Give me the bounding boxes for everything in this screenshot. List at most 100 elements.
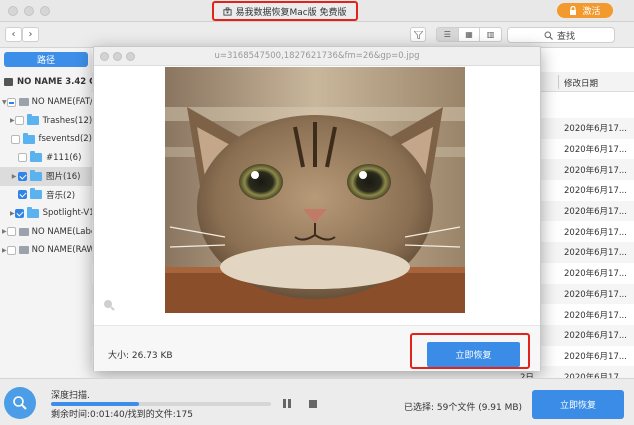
- drive-icon: [18, 98, 29, 107]
- activate-label: 激活: [582, 7, 601, 17]
- drive-icon: [18, 227, 29, 236]
- tree-item-label: 音乐(2): [46, 190, 76, 201]
- sidebar-tree-item[interactable]: 音乐(2): [0, 186, 92, 205]
- grid-view-icon[interactable]: ▦: [459, 28, 481, 41]
- cell-modified: 2020年6月17...: [564, 289, 627, 300]
- recover-now-button[interactable]: 立即恢复: [532, 390, 624, 419]
- tab-path[interactable]: 路径: [4, 52, 88, 67]
- tree-item-label: 图片(16): [46, 172, 81, 183]
- activate-button[interactable]: 激活: [557, 3, 613, 18]
- checkbox[interactable]: [14, 208, 24, 218]
- list-view-icon[interactable]: ☰: [437, 28, 459, 41]
- chevron-right-icon[interactable]: ▶: [10, 173, 18, 180]
- close-window-button[interactable]: [8, 6, 18, 16]
- sidebar-tree-item[interactable]: fseventsd(2): [0, 130, 92, 149]
- toolbar: ‹ › ☰ ▦ ▥ 查找: [0, 22, 634, 48]
- pause-button[interactable]: [283, 399, 293, 409]
- selection-summary: 已选择: 59个文件 (9.91 MB): [404, 403, 523, 413]
- cell-modified: 2020年6月17...: [564, 227, 627, 238]
- cell-modified: 2020年6月17...: [564, 207, 627, 218]
- tree-item-label: NO NAME(RAW: [31, 245, 92, 256]
- folder-icon: [26, 206, 39, 218]
- sidebar-tree-item[interactable]: ▶ NO NAME(Labe: [0, 223, 92, 242]
- tree-item-label: Trashes(12): [42, 115, 92, 126]
- folder-icon: [22, 132, 35, 144]
- view-mode-group: ☰ ▦ ▥: [436, 27, 502, 42]
- cell-modified: 2020年6月17...: [564, 145, 627, 156]
- zoom-window-button[interactable]: [40, 6, 50, 16]
- checkbox[interactable]: [6, 245, 16, 255]
- drive-icon: [18, 246, 29, 255]
- tree-item-label: fseventsd(2): [38, 134, 93, 145]
- preview-dialog: u=3168547500,1827621736&fm=26&gp=0.jpg 大…: [93, 46, 541, 371]
- cat-photo: [165, 67, 465, 313]
- dialog-footer: 大小: 26.73 KB 立即恢复: [94, 325, 540, 371]
- disk-icon: [4, 78, 13, 86]
- cell-modified: 2020年6月17...: [564, 269, 627, 280]
- forward-button[interactable]: ›: [22, 27, 39, 42]
- status-bar: 深度扫描. 剩余时间:0:01:40/找到的文件:175 已选择: 59个文件 …: [0, 378, 634, 425]
- filter-button[interactable]: [410, 27, 426, 42]
- column-header-date[interactable]: 修改日期: [564, 77, 598, 89]
- folder-icon: [30, 151, 42, 163]
- scan-title: 深度扫描.: [51, 391, 90, 401]
- magnifier-icon: [13, 396, 27, 410]
- tree-item-label: Spotlight-V1: [42, 208, 92, 219]
- sidebar-tree-item[interactable]: ▶ 图片(16): [0, 167, 92, 186]
- chevron-right-icon[interactable]: ▶: [10, 117, 15, 124]
- filter-icon: [413, 30, 423, 39]
- cell-modified: 2020年6月17...: [564, 186, 627, 197]
- chevron-right-icon[interactable]: ▶: [2, 247, 7, 254]
- disk-label: NO NAME 3.42 GB: [17, 77, 103, 87]
- folder-tree: ▼ NO NAME(FAT/ ▶ Trashes(12) fseventsd(2) #11…: [0, 93, 92, 260]
- title-bar: 易我数据恢复Mac版 免费版 激活: [0, 0, 634, 22]
- folder-icon: [26, 114, 39, 126]
- chevron-right-icon[interactable]: ▶: [2, 228, 7, 235]
- chevron-right-icon: ›: [28, 29, 33, 40]
- tree-item-label: #111(6): [46, 152, 82, 163]
- dialog-recover-button[interactable]: 立即恢复: [427, 342, 520, 367]
- sidebar-tree-item[interactable]: ▶ Trashes(12): [0, 112, 92, 131]
- checkbox[interactable]: [14, 116, 24, 126]
- cell-modified: 2020年6月17...: [564, 351, 627, 362]
- sidebar-tree-item[interactable]: ▶ Spotlight-V1: [0, 204, 92, 223]
- pause-icon: [283, 399, 286, 408]
- chevron-right-icon[interactable]: ▶: [10, 210, 15, 217]
- scan-progress-bar: [51, 402, 271, 406]
- checkbox[interactable]: [18, 171, 27, 181]
- back-button[interactable]: ‹: [5, 27, 22, 42]
- minimize-window-button[interactable]: [24, 6, 34, 16]
- preview-image: [165, 67, 465, 313]
- search-label: 查找: [557, 31, 576, 42]
- folder-icon: [30, 188, 42, 200]
- cell-modified: 2020年6月17...: [564, 331, 627, 342]
- search-input[interactable]: 查找: [507, 27, 615, 43]
- coverflow-view-icon[interactable]: ▥: [480, 28, 501, 41]
- checkbox[interactable]: [18, 190, 27, 200]
- sidebar-tree-item[interactable]: #111(6): [0, 149, 92, 168]
- scan-progress-fill: [51, 402, 139, 406]
- stop-button[interactable]: [309, 400, 317, 408]
- checkbox[interactable]: [6, 227, 16, 237]
- sidebar-tree-item[interactable]: ▼ NO NAME(FAT/: [0, 93, 92, 112]
- column-divider: [558, 75, 559, 89]
- lock-icon: [570, 6, 577, 15]
- dialog-title: u=3168547500,1827621736&fm=26&gp=0.jpg: [214, 51, 420, 61]
- cell-modified: 2020年6月17...: [564, 248, 627, 259]
- checkbox[interactable]: [6, 97, 16, 107]
- chevron-left-icon: ‹: [11, 29, 16, 40]
- checkbox[interactable]: [10, 134, 20, 144]
- search-icon: [544, 31, 553, 40]
- sidebar: 路径 NO NAME 3.42 GB ▼ NO NAME(FAT/ ▶ Trashes…: [0, 48, 103, 378]
- folder-icon: [30, 169, 42, 181]
- chevron-down-icon[interactable]: ▼: [2, 99, 7, 106]
- scan-status-button[interactable]: [4, 387, 36, 419]
- dialog-title-bar: u=3168547500,1827621736&fm=26&gp=0.jpg: [94, 47, 540, 66]
- zoom-icon[interactable]: [103, 299, 115, 311]
- app-title-text: 易我数据恢复Mac版 免费版: [235, 7, 347, 18]
- sidebar-tree-item[interactable]: ▶ NO NAME(RAW: [0, 241, 92, 260]
- checkbox[interactable]: [18, 153, 27, 163]
- cell-modified: 2020年6月17...: [564, 310, 627, 321]
- cell-modified: 2020年6月17...: [564, 165, 627, 176]
- tree-item-label: NO NAME(Labe: [31, 226, 92, 237]
